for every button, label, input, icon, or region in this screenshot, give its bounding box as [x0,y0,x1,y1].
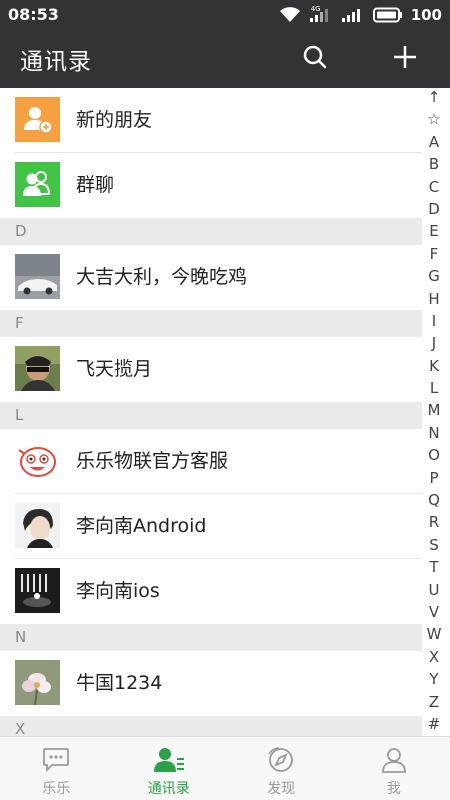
contact-item[interactable]: 大吉大利，今晚吃鸡 [0,245,422,310]
tab-label: 我 [386,781,401,797]
avatar [15,254,60,299]
index-letter[interactable]: ☆ [427,112,440,127]
status-time: 08:53 [8,5,59,24]
index-letter[interactable]: K [429,358,439,374]
index-letter[interactable]: # [428,716,441,732]
status-indicators: 4G 100 [279,4,442,24]
section-header-l: L [0,402,422,429]
battery-icon [372,7,403,23]
index-letter[interactable]: A [429,134,439,150]
contact-item[interactable]: 李向南Android [0,494,422,559]
search-icon [302,44,328,74]
tab-discover[interactable]: 发现 [225,737,338,800]
person-icon [378,745,410,775]
network-type: 4G [310,4,321,13]
avatar [15,503,60,548]
index-letter[interactable]: R [429,515,439,530]
section-header-f: F [0,310,422,337]
index-letter[interactable]: L [430,381,438,396]
contact-item[interactable]: 牛国1234 [0,651,422,716]
index-letter[interactable]: F [430,246,439,262]
avatar [15,568,60,613]
index-letter[interactable]: Z [429,694,439,710]
index-letter[interactable]: V [429,604,439,620]
contact-name: 乐乐物联官方客服 [76,450,229,472]
avatar [15,346,60,391]
avatar [15,660,60,705]
new-friend-icon [15,97,60,142]
index-letter[interactable]: D [428,201,440,217]
chat-icon [40,745,72,775]
index-letter[interactable]: M [428,403,441,418]
contact-name: 飞天揽月 [76,358,153,380]
plus-icon [392,44,418,74]
index-letter[interactable]: W [427,627,442,642]
contact-list: 新的朋友 群聊 D 大吉大利，今晚吃鸡 F 飞天揽月 L 乐乐物联官方客服 李向… [0,88,422,736]
group-chat-icon [15,162,60,207]
tab-label: 发现 [267,781,296,797]
index-letter[interactable]: O [428,448,440,463]
cellular-signal-icon: 4G [309,4,333,23]
tab-label: 通讯录 [147,781,190,797]
tab-me[interactable]: 我 [338,737,450,800]
add-button[interactable] [390,44,420,74]
contact-item[interactable]: 飞天揽月 [0,337,422,402]
search-button[interactable] [300,44,330,74]
contact-name: 大吉大利，今晚吃鸡 [76,266,248,288]
contact-name: 李向南Android [76,515,207,537]
section-header-n: N [0,624,422,651]
tab-label: 乐乐 [42,781,71,797]
index-letter[interactable]: I [432,313,436,329]
index-letter[interactable]: S [429,537,439,553]
index-letter[interactable]: P [429,470,438,486]
contact-name: 牛国1234 [76,672,163,694]
page-title: 通讯录 [20,48,92,75]
cellular-signal-icon-2 [341,7,365,23]
app-header: 通讯录 [0,29,450,88]
index-letter[interactable]: C [429,179,439,195]
index-letter[interactable]: E [429,224,438,239]
compass-icon [265,745,297,775]
group-chat-label: 群聊 [76,174,115,196]
contact-name: 李向南ios [76,580,160,602]
index-letter[interactable]: Q [428,493,440,508]
contacts-icon [153,745,185,775]
header-actions [300,44,420,74]
new-friends-label: 新的朋友 [76,109,153,131]
index-letter[interactable]: J [432,336,436,351]
tab-lele[interactable]: 乐乐 [0,737,113,800]
section-header-d: D [0,218,422,245]
index-letter[interactable]: H [428,291,439,307]
index-letter[interactable]: N [428,425,439,441]
index-letter[interactable]: B [429,157,439,172]
index-letter[interactable]: T [429,560,438,575]
battery-level: 100 [410,5,442,24]
new-friends-item[interactable]: 新的朋友 [0,88,422,153]
contact-item[interactable]: 李向南ios [0,559,422,624]
status-bar: 08:53 4G 100 [0,0,450,29]
wifi-icon [279,6,301,23]
group-chat-item[interactable]: 群聊 [0,153,422,218]
bottom-tab-bar: 乐乐 通讯录 发现 我 [0,736,450,800]
alphabet-index-bar[interactable]: ↑ ☆ A B C D E F G H I J K L M N O P Q R … [424,90,444,732]
index-letter[interactable]: ↑ [428,90,441,105]
index-letter[interactable]: Y [429,672,438,687]
mascot-avatar [15,438,60,483]
index-letter[interactable]: U [429,582,440,598]
tab-contacts[interactable]: 通讯录 [113,737,226,800]
index-letter[interactable]: X [429,649,439,665]
section-header-x: X [0,716,422,736]
index-letter[interactable]: G [428,269,440,284]
contact-item[interactable]: 乐乐物联官方客服 [0,429,422,494]
